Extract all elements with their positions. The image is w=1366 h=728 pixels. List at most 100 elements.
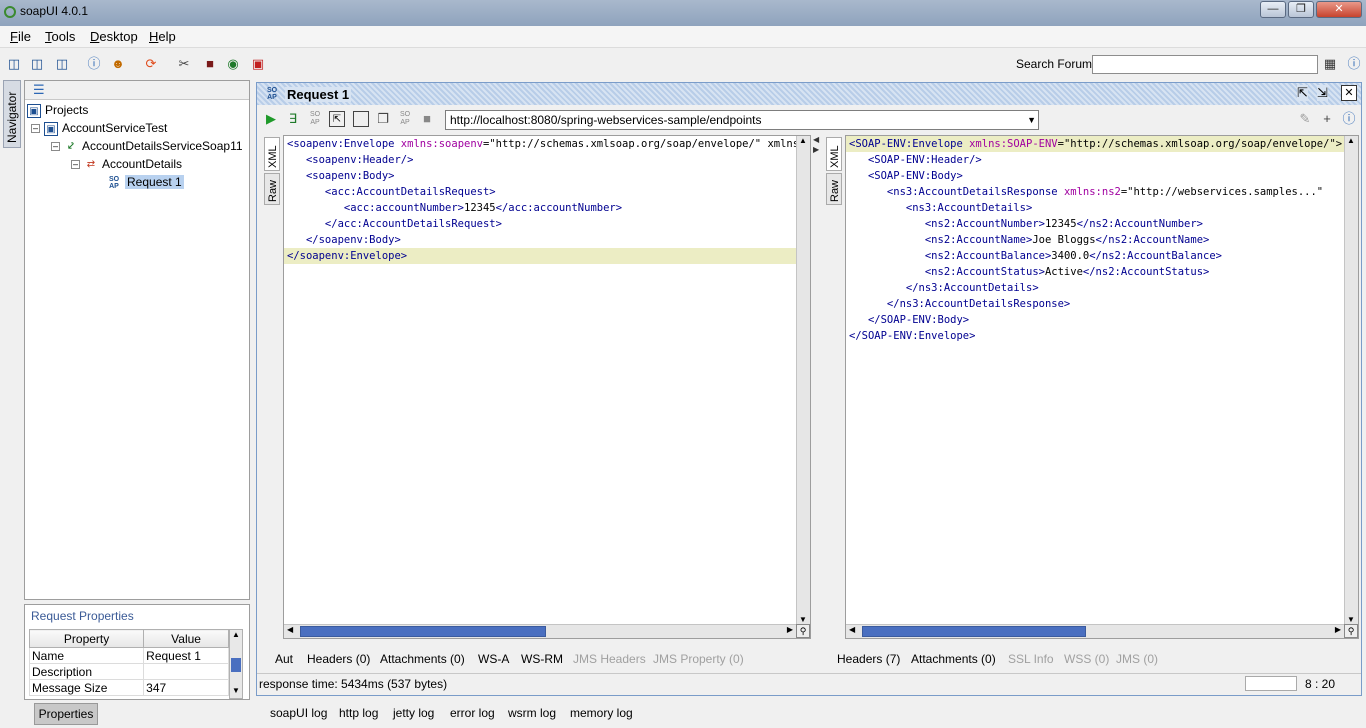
tab-ssl-info[interactable]: SSL Info xyxy=(1008,652,1054,666)
help-icon[interactable]: ⓘ xyxy=(1341,111,1357,127)
tab-xml-request[interactable]: XML xyxy=(264,137,280,171)
code-line: <ns3:AccountDetailsResponse xmlns:ns2="h… xyxy=(849,186,1324,198)
search-forum-label: Search Forum xyxy=(1016,57,1093,71)
response-horizontal-scrollbar[interactable]: ◀ ▶ xyxy=(846,624,1344,638)
zoom-icon[interactable]: ⚲ xyxy=(1344,624,1358,638)
tab-raw-response[interactable]: Raw xyxy=(826,173,842,205)
tab-memory-log[interactable]: memory log xyxy=(570,706,633,720)
zoom-icon[interactable]: ⚲ xyxy=(796,624,810,638)
tree-item-projects[interactable]: ▣ Projects xyxy=(27,101,88,119)
property-name: Name xyxy=(28,647,145,664)
add-icon[interactable]: + xyxy=(1319,111,1335,127)
tab-jms[interactable]: JMS (0) xyxy=(1116,652,1158,666)
collapse-all-icon[interactable]: ☰ xyxy=(33,82,45,98)
title-bar: soapUI 4.0.1 — ❐ ✕ xyxy=(0,0,1366,26)
tab-attachments[interactable]: Attachments (0) xyxy=(380,652,465,666)
splitter-arrows-icon[interactable]: ◀ ▶ xyxy=(813,135,821,157)
search-forum-input[interactable] xyxy=(1092,55,1318,74)
property-value[interactable]: 347 xyxy=(143,679,229,696)
properties-column-header[interactable]: Property xyxy=(28,629,145,648)
code-line: <ns2:AccountBalance>3400.0</ns2:AccountB… xyxy=(849,250,1222,262)
menu-tools[interactable]: Tools xyxy=(45,29,75,44)
properties-column-header[interactable]: Value xyxy=(143,629,229,648)
menu-file[interactable]: File xyxy=(10,29,31,44)
tree-item-operation[interactable]: – ⇄ AccountDetails xyxy=(71,155,182,173)
properties-scrollbar[interactable]: ▲ ▼ xyxy=(229,629,243,699)
tab-wss[interactable]: WSS (0) xyxy=(1064,652,1109,666)
fullscreen-icon[interactable]: ⇱ xyxy=(329,111,345,127)
forum-icon[interactable]: ☻ xyxy=(110,56,126,72)
tab-error-log[interactable]: error log xyxy=(450,706,495,720)
code-line: <ns2:AccountStatus>Active</ns2:AccountSt… xyxy=(849,266,1210,278)
exit-icon[interactable]: ▣ xyxy=(250,56,266,72)
project-icon: ▣ xyxy=(44,121,58,136)
collapse-toggle-icon[interactable]: – xyxy=(71,160,80,170)
soap-icon[interactable]: SO AP xyxy=(397,111,413,127)
tab-auth[interactable]: Aut xyxy=(275,652,293,666)
collapse-toggle-icon[interactable]: – xyxy=(51,142,60,152)
response-vertical-scrollbar[interactable]: ▲ ▼ xyxy=(1344,136,1358,624)
add-assertion-icon[interactable]: ∃ xyxy=(285,111,301,127)
log-tabs-bar: soapUI log http log jetty log error log … xyxy=(256,701,1362,727)
code-line: <SOAP-ENV:Header/> xyxy=(849,154,982,166)
endpoint-select[interactable]: http://localhost:8080/spring-webservices… xyxy=(445,110,1039,130)
table-row[interactable]: Description xyxy=(28,663,229,680)
response-xml-editor[interactable]: <SOAP-ENV:Envelope xmlns:SOAP-ENV="http:… xyxy=(845,135,1359,639)
response-side-tabs: XML Raw xyxy=(825,135,843,615)
table-row[interactable]: Message Size 347 xyxy=(28,679,229,696)
properties-button[interactable]: Properties xyxy=(34,703,98,725)
save-all-icon[interactable]: ◫ xyxy=(54,56,70,72)
navigator-tab[interactable]: Navigator xyxy=(3,80,21,148)
tab-xml-response[interactable]: XML xyxy=(826,137,842,171)
detach-icon[interactable]: ⇱ xyxy=(1297,85,1308,101)
close-editor-icon[interactable]: ✕ xyxy=(1341,85,1357,101)
tree-item-interface[interactable]: – ⤦ AccountDetailsServiceSoap11 xyxy=(51,137,243,155)
preferences-icon[interactable]: ✂ xyxy=(176,56,192,72)
tab-response-attachments[interactable]: Attachments (0) xyxy=(911,652,996,666)
refresh-icon[interactable]: ⟳ xyxy=(143,56,159,72)
request-window-header: SO AP Request 1 ⇱ ⇲ ✕ xyxy=(257,83,1361,105)
minimize-editor-icon[interactable]: ⇲ xyxy=(1317,85,1328,101)
split-horizontal-icon[interactable]: ❐ xyxy=(375,111,391,127)
soap-icon[interactable]: SO AP xyxy=(307,111,323,127)
menu-desktop[interactable]: Desktop xyxy=(90,29,138,44)
tree-item-request[interactable]: SO AP Request 1 xyxy=(107,173,184,191)
tab-headers[interactable]: Headers (0) xyxy=(307,652,370,666)
tab-soapui-log[interactable]: soapUI log xyxy=(270,706,327,720)
table-row[interactable]: Name Request 1 xyxy=(28,647,229,664)
tab-ws-rm[interactable]: WS-RM xyxy=(521,652,563,666)
split-vertical-icon[interactable] xyxy=(353,111,369,127)
tab-response-headers[interactable]: Headers (7) xyxy=(837,652,900,666)
tab-raw-request[interactable]: Raw xyxy=(264,173,280,205)
tab-ws-a[interactable]: WS-A xyxy=(478,652,509,666)
tab-http-log[interactable]: http log xyxy=(339,706,378,720)
proxy-icon[interactable]: ■ xyxy=(202,56,218,72)
request-horizontal-scrollbar[interactable]: ◀ ▶ xyxy=(284,624,796,638)
network-icon[interactable]: ◉ xyxy=(225,56,241,72)
help-icon[interactable]: ⓘ xyxy=(86,56,102,72)
minimize-button[interactable]: — xyxy=(1260,1,1286,18)
property-value[interactable]: Request 1 xyxy=(143,647,229,664)
collapse-toggle-icon[interactable]: – xyxy=(31,124,40,134)
code-line: <ns2:AccountName>Joe Bloggs</ns2:Account… xyxy=(849,234,1210,246)
property-value[interactable] xyxy=(143,663,229,680)
close-button[interactable]: ✕ xyxy=(1316,1,1362,18)
tab-jms-headers[interactable]: JMS Headers xyxy=(573,652,646,666)
tab-jms-property[interactable]: JMS Property (0) xyxy=(653,652,744,666)
request-xml-editor[interactable]: <soapenv:Envelope xmlns:soapenv="http://… xyxy=(283,135,811,639)
request-vertical-scrollbar[interactable]: ▲ ▼ xyxy=(796,136,810,624)
submit-request-icon[interactable]: ▶ xyxy=(263,111,279,127)
tree-item-project[interactable]: – ▣ AccountServiceTest xyxy=(31,119,167,137)
edit-endpoint-icon[interactable]: ✎ xyxy=(1297,111,1313,127)
maximize-button[interactable]: ❐ xyxy=(1288,1,1314,18)
import-project-icon[interactable]: ◫ xyxy=(29,56,45,72)
binoculars-icon[interactable]: ▦ xyxy=(1322,56,1338,72)
new-project-icon[interactable]: ◫ xyxy=(6,56,22,72)
cancel-request-icon[interactable]: ■ xyxy=(419,111,435,127)
menu-help[interactable]: Help xyxy=(149,29,176,44)
tab-jetty-log[interactable]: jetty log xyxy=(393,706,434,720)
help-icon[interactable]: ⓘ xyxy=(1346,56,1362,72)
navigator-tree: ☰ ▣ Projects – ▣ AccountServiceTest – ⤦ Accou… xyxy=(24,80,250,600)
code-line: <SOAP-ENV:Envelope xmlns:SOAP-ENV="http:… xyxy=(846,136,1344,152)
tab-wsrm-log[interactable]: wsrm log xyxy=(508,706,556,720)
